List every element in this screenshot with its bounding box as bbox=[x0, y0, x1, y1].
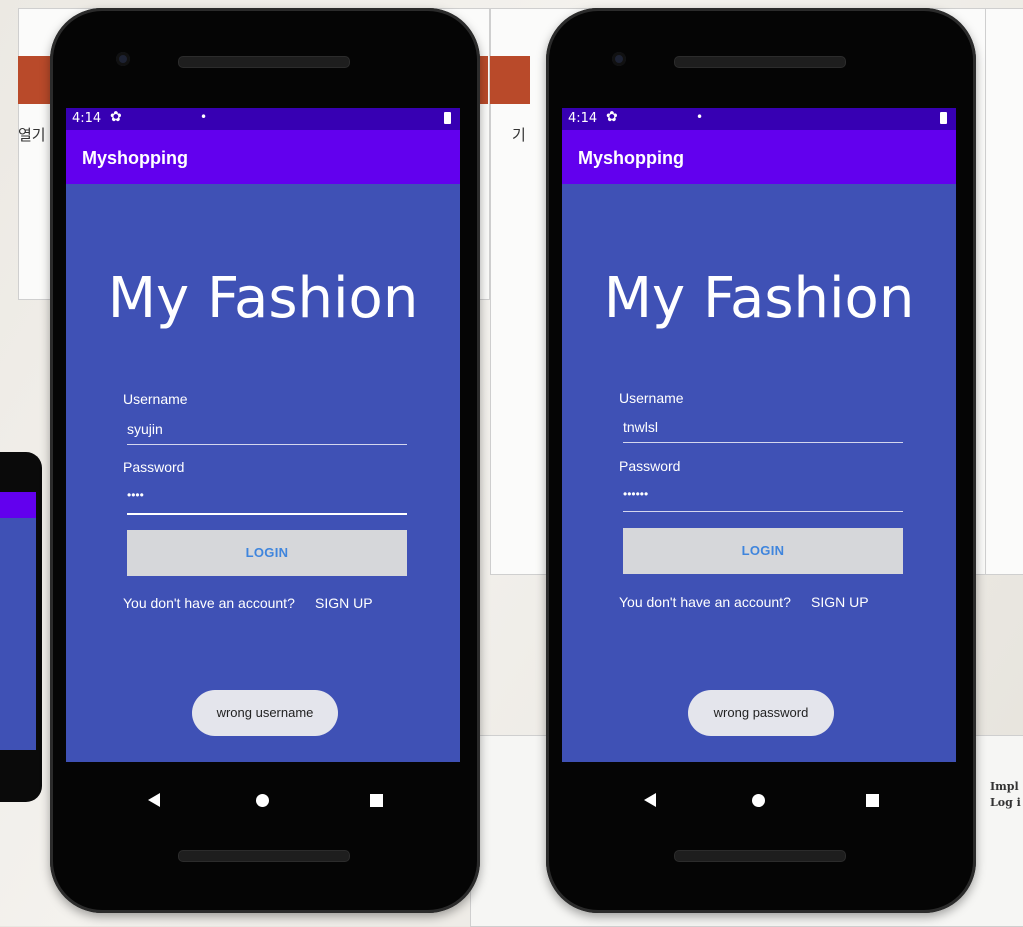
nav-recents-icon[interactable] bbox=[370, 794, 383, 807]
toast-message: wrong password bbox=[688, 690, 834, 736]
app-title: Myshopping bbox=[578, 148, 684, 168]
signup-link[interactable]: SIGN UP bbox=[315, 595, 373, 611]
background-small-phone-appbar bbox=[0, 492, 36, 518]
background-window-middle-menu: 기 bbox=[512, 126, 526, 144]
nav-home-icon[interactable] bbox=[752, 794, 765, 807]
app-bar: Myshopping bbox=[66, 130, 460, 184]
background-window-right bbox=[985, 8, 1023, 575]
app-title: Myshopping bbox=[82, 148, 188, 168]
username-underline bbox=[623, 442, 903, 443]
earpiece-speaker bbox=[178, 56, 350, 68]
front-camera bbox=[612, 52, 626, 66]
phone-emulator-2: 4:14 ✿ • Myshopping My Fashion Username … bbox=[546, 8, 976, 913]
username-underline bbox=[127, 444, 407, 445]
status-time: 4:14 bbox=[568, 111, 598, 126]
notification-dot-icon: • bbox=[696, 110, 704, 124]
toast-message: wrong username bbox=[192, 690, 338, 736]
front-camera bbox=[116, 52, 130, 66]
background-text-login: Log i bbox=[990, 796, 1021, 809]
password-input[interactable]: •••••• bbox=[623, 487, 648, 501]
bottom-speaker bbox=[674, 850, 846, 862]
app-bar: Myshopping bbox=[562, 130, 956, 184]
username-label: Username bbox=[123, 391, 188, 407]
status-bar: 4:14 ✿ • bbox=[562, 108, 956, 130]
phone-emulator-1: 4:14 ✿ • Myshopping My Fashion Username … bbox=[50, 8, 480, 913]
bottom-speaker bbox=[178, 850, 350, 862]
nav-home-icon[interactable] bbox=[256, 794, 269, 807]
login-button[interactable]: LOGIN bbox=[623, 528, 903, 574]
settings-gear-icon: ✿ bbox=[110, 109, 122, 125]
earpiece-speaker bbox=[674, 56, 846, 68]
nav-back-icon[interactable] bbox=[148, 793, 160, 807]
password-underline bbox=[623, 511, 903, 512]
status-time: 4:14 bbox=[72, 111, 102, 126]
login-button[interactable]: LOGIN bbox=[127, 530, 407, 576]
no-account-text: You don't have an account? bbox=[123, 595, 295, 611]
password-label: Password bbox=[123, 459, 185, 475]
battery-icon bbox=[940, 112, 947, 124]
background-window-left-menu: 열기 bbox=[18, 126, 46, 144]
battery-icon bbox=[444, 112, 451, 124]
app-screen: 4:14 ✿ • Myshopping My Fashion Username … bbox=[66, 108, 460, 762]
nav-back-icon[interactable] bbox=[644, 793, 656, 807]
username-label: Username bbox=[619, 390, 684, 406]
username-input[interactable]: syujin bbox=[127, 421, 163, 437]
background-text-impl: Impl bbox=[990, 780, 1019, 793]
status-bar: 4:14 ✿ • bbox=[66, 108, 460, 130]
hero-title: My Fashion bbox=[107, 266, 419, 331]
settings-gear-icon: ✿ bbox=[606, 109, 618, 125]
app-screen: 4:14 ✿ • Myshopping My Fashion Username … bbox=[562, 108, 956, 762]
notification-dot-icon: • bbox=[200, 110, 208, 124]
signup-link[interactable]: SIGN UP bbox=[811, 594, 869, 610]
background-small-phone-screen bbox=[0, 492, 36, 750]
hero-title: My Fashion bbox=[603, 266, 915, 331]
username-input[interactable]: tnwlsl bbox=[623, 419, 658, 435]
background-small-phone bbox=[0, 452, 42, 802]
password-input[interactable]: •••• bbox=[127, 488, 144, 502]
password-label: Password bbox=[619, 458, 681, 474]
no-account-text: You don't have an account? bbox=[619, 594, 791, 610]
nav-recents-icon[interactable] bbox=[866, 794, 879, 807]
background-window-middle-titlebar bbox=[490, 56, 530, 104]
password-underline bbox=[127, 513, 407, 515]
